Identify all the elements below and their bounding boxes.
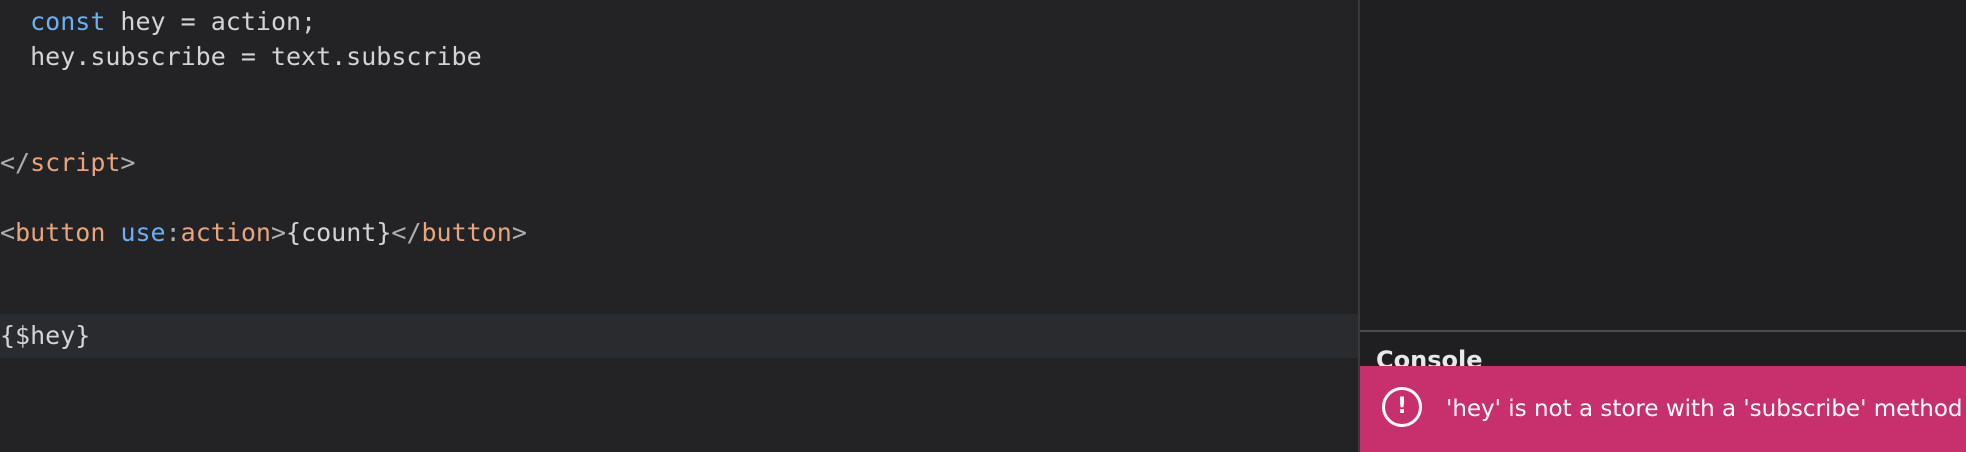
code-text: hey = action; xyxy=(105,7,317,36)
end-tag-bracket-open: </ xyxy=(391,218,422,247)
tag-bracket-open: </ xyxy=(0,148,31,177)
directive-name: use xyxy=(120,218,166,247)
error-icon: ! xyxy=(1382,387,1422,427)
repl-window: const hey = action; hey.subscribe = text… xyxy=(0,0,1966,452)
tag-bracket-open: < xyxy=(0,218,16,247)
directive-colon: : xyxy=(165,218,181,247)
code-text: {$hey} xyxy=(0,321,91,350)
directive-value: action xyxy=(180,218,271,247)
keyword-const: const xyxy=(30,7,106,36)
tag-name: button xyxy=(15,218,106,247)
error-banner: ! 'hey' is not a store with a 'subscribe… xyxy=(1360,366,1966,452)
error-message: 'hey' is not a store with a 'subscribe' … xyxy=(1446,396,1963,422)
preview-pane: Console ! 'hey' is not a store with a 's… xyxy=(1360,0,1966,452)
code-text: hey.subscribe = text.subscribe xyxy=(30,42,482,71)
tag-name: script xyxy=(30,148,121,177)
end-tag-bracket-close: > xyxy=(511,218,527,247)
end-tag-name: button xyxy=(421,218,512,247)
code-editor[interactable]: const hey = action; hey.subscribe = text… xyxy=(0,0,1358,452)
code-line-8-current[interactable]: {$hey} xyxy=(0,314,1358,358)
code-line-2[interactable]: hey.subscribe = text.subscribe xyxy=(0,35,1358,79)
tag-bracket-close: > xyxy=(120,148,136,177)
code-line-5[interactable]: </script> xyxy=(0,141,1358,185)
tag-bracket-close: > xyxy=(270,218,287,247)
tag-content: {count} xyxy=(286,218,392,247)
code-line-7[interactable]: <button use:action>{count}</button> xyxy=(0,211,1358,255)
console-divider[interactable] xyxy=(1360,330,1966,332)
